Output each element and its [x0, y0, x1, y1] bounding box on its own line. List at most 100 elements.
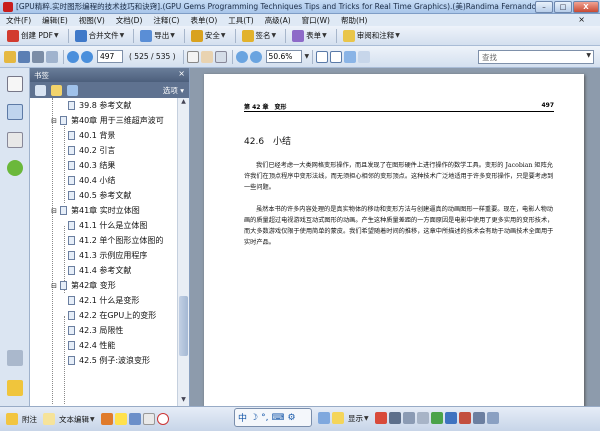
expand-bookmark-icon[interactable]: [67, 84, 78, 96]
export-button[interactable]: 导出 ▼: [137, 28, 178, 44]
menu-forms[interactable]: 表单(O): [190, 15, 217, 26]
show-comments-icon[interactable]: [332, 412, 344, 424]
ime-toolbar[interactable]: 中 ☽ °, ⌨ ⚙: [234, 408, 312, 427]
sign-button[interactable]: 签名 ▼: [239, 28, 280, 44]
menu-window[interactable]: 窗口(W): [302, 15, 330, 26]
read-mode-icon[interactable]: [358, 50, 371, 63]
marquee-zoom-icon[interactable]: [214, 50, 227, 63]
cloud-icon[interactable]: [318, 412, 330, 424]
hand-tool-icon[interactable]: [200, 50, 213, 63]
page-number-input[interactable]: 497: [97, 50, 123, 63]
bookmark-chapter[interactable]: ⊟ 第42章 变形: [50, 278, 117, 293]
callout-icon[interactable]: [128, 413, 141, 425]
sound-icon[interactable]: [430, 412, 443, 424]
bookmark-item[interactable]: 41.1 什么是立体图: [68, 218, 148, 233]
scrollbar-thumb[interactable]: [179, 296, 188, 356]
bookmark-item[interactable]: 40.4 小结: [68, 173, 116, 188]
search-input[interactable]: 查找 ▼: [478, 50, 594, 64]
comments-panel-icon[interactable]: [7, 380, 23, 396]
attach-button[interactable]: 附注: [20, 411, 39, 427]
scroll-up-icon[interactable]: ▲: [178, 98, 189, 108]
bookmark-item[interactable]: 41.3 示例应用程序: [68, 248, 148, 263]
menu-help[interactable]: 帮助(H): [341, 15, 368, 26]
menu-close-doc-icon[interactable]: ×: [578, 15, 585, 24]
bookmark-item[interactable]: 40.5 参考文献: [68, 188, 132, 203]
bookmarks-scrollbar[interactable]: ▲ ▼: [177, 98, 189, 406]
minimize-button[interactable]: –: [535, 0, 553, 13]
bookmark-item[interactable]: 42.4 性能: [68, 338, 116, 353]
menu-view[interactable]: 视图(V): [79, 15, 105, 26]
panel-close-icon[interactable]: ×: [178, 69, 185, 78]
menu-file[interactable]: 文件(F): [6, 15, 31, 26]
attachments-icon[interactable]: [7, 350, 23, 366]
delete-bookmark-icon[interactable]: [35, 84, 46, 96]
save-icon[interactable]: [18, 50, 30, 63]
zoom-level-input[interactable]: 50.6%: [265, 50, 302, 63]
ime-keyboard-icon[interactable]: ⌨: [271, 413, 284, 423]
scroll-down-icon[interactable]: ▼: [178, 396, 189, 406]
bookmark-item[interactable]: 41.4 参考文献: [68, 263, 132, 278]
pages-panel-icon[interactable]: [7, 76, 23, 92]
ime-mode-icon[interactable]: 中: [238, 411, 247, 424]
line-tool-icon[interactable]: [388, 412, 401, 424]
bookmark-item[interactable]: 39.8 参考文献: [68, 98, 132, 113]
merge-files-button[interactable]: 合并文件 ▼: [72, 28, 128, 44]
print-icon[interactable]: [32, 50, 44, 63]
find-binoculars-icon[interactable]: [344, 50, 357, 63]
bookmark-item[interactable]: 40.2 引言: [68, 143, 116, 158]
ime-gear-icon[interactable]: ⚙: [287, 413, 295, 423]
help-icon[interactable]: [7, 160, 23, 176]
zoom-out-icon[interactable]: [235, 50, 248, 63]
zoom-in-icon[interactable]: [249, 50, 262, 63]
secure-button[interactable]: 安全 ▼: [188, 28, 229, 44]
arrow-tool-icon[interactable]: [374, 412, 387, 424]
text-edit-icon[interactable]: [43, 413, 55, 425]
menu-tools[interactable]: 工具(T): [228, 15, 253, 26]
next-page-icon[interactable]: [81, 50, 93, 63]
forms-button[interactable]: 表单 ▼: [289, 28, 330, 44]
text-edit-button[interactable]: 文本编辑 ▼: [57, 411, 97, 427]
measure-icon[interactable]: [472, 412, 485, 424]
show-button[interactable]: 显示 ▼: [346, 410, 371, 426]
search-dropdown-icon[interactable]: ▼: [586, 52, 591, 59]
email-icon[interactable]: [46, 50, 58, 63]
ime-moon-icon[interactable]: ☽: [250, 413, 258, 423]
link-icon[interactable]: [444, 412, 457, 424]
open-folder-icon[interactable]: [4, 50, 16, 63]
textbox-icon[interactable]: [142, 413, 155, 425]
menu-edit[interactable]: 编辑(E): [42, 15, 68, 26]
bookmark-item[interactable]: 42.2 在GPU上的变形: [68, 308, 157, 323]
options-menu[interactable]: 选项 ▾: [163, 85, 184, 96]
fit-page-icon[interactable]: [316, 50, 329, 63]
eraser-icon[interactable]: [458, 412, 471, 424]
menu-document[interactable]: 文档(D): [116, 15, 143, 26]
close-button[interactable]: X: [573, 0, 599, 13]
highlight-icon[interactable]: [114, 413, 127, 425]
bookmarks-panel-icon[interactable]: [7, 104, 23, 120]
menu-comments[interactable]: 注释(C): [153, 15, 179, 26]
bookmark-chapter[interactable]: ⊟ 第40章 用于三维超声波可: [50, 113, 165, 128]
create-pdf-button[interactable]: 创建 PDF ▼: [4, 28, 62, 44]
oval-icon[interactable]: [156, 413, 169, 425]
bookmark-item[interactable]: 40.1 背景: [68, 128, 116, 143]
bookmark-item[interactable]: 42.3 局限性: [68, 323, 124, 338]
note-icon[interactable]: [6, 413, 18, 425]
document-viewport[interactable]: 第 42 章 变形 497 42.6 小结 我们已经考虑一大类网格变形操作，而且…: [190, 68, 600, 406]
attach-file-icon[interactable]: [416, 412, 429, 424]
bookmark-item[interactable]: 42.5 例子:波浪变形: [68, 353, 151, 368]
signatures-panel-icon[interactable]: [7, 132, 23, 148]
review-comment-button[interactable]: 审阅和注释 ▼: [340, 28, 403, 44]
stamp-icon[interactable]: [100, 413, 113, 425]
menu-advanced[interactable]: 高级(A): [265, 15, 291, 26]
bookmark-item[interactable]: 42.1 什么是变形: [68, 293, 140, 308]
pencil-icon[interactable]: [402, 412, 415, 424]
bookmark-item[interactable]: 40.3 结果: [68, 158, 116, 173]
zoom-dropdown-icon[interactable]: ▼: [305, 53, 310, 60]
ime-punct-icon[interactable]: °,: [261, 413, 268, 423]
previous-page-icon[interactable]: [67, 50, 79, 63]
new-bookmark-icon[interactable]: [51, 84, 62, 96]
select-cursor-icon[interactable]: [186, 50, 199, 63]
bookmark-item[interactable]: 41.2 单个图形立体图的: [68, 233, 164, 248]
snapshot-icon[interactable]: [486, 412, 499, 424]
maximize-button[interactable]: □: [554, 0, 572, 13]
